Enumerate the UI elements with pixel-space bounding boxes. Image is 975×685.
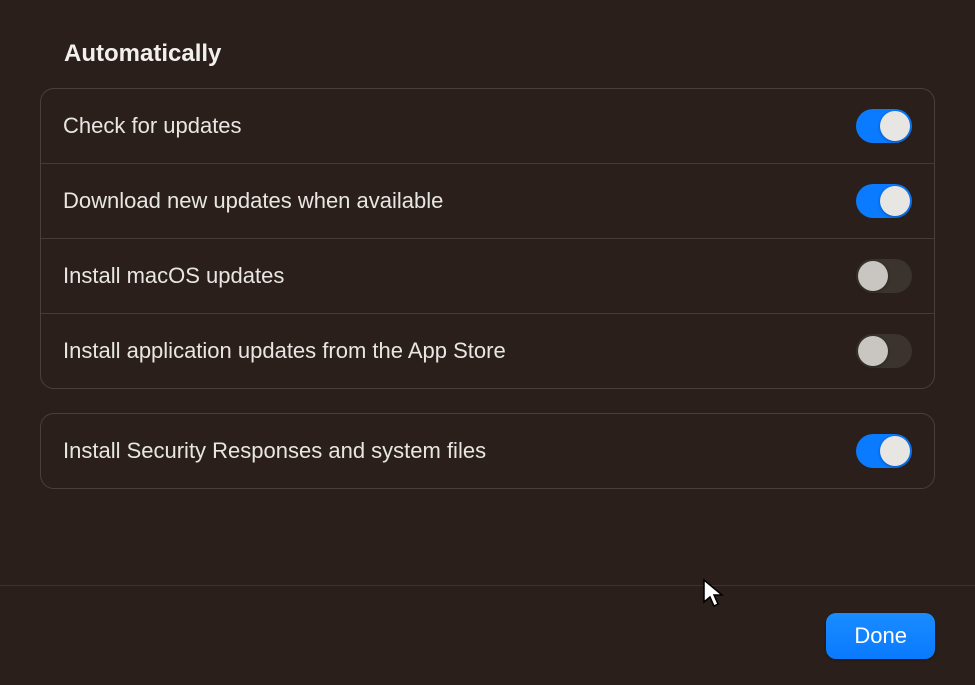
settings-group-2: Install Security Responses and system fi…	[40, 413, 935, 489]
toggle-knob	[880, 436, 910, 466]
row-check-for-updates: Check for updates	[41, 89, 934, 163]
label-download-new-updates: Download new updates when available	[63, 188, 856, 214]
row-install-app-store-updates: Install application updates from the App…	[41, 313, 934, 388]
row-download-new-updates: Download new updates when available	[41, 163, 934, 238]
label-check-for-updates: Check for updates	[63, 113, 856, 139]
toggle-download-new-updates[interactable]	[856, 184, 912, 218]
toggle-knob	[858, 336, 888, 366]
row-install-security-responses: Install Security Responses and system fi…	[41, 414, 934, 488]
label-install-macos-updates: Install macOS updates	[63, 263, 856, 289]
toggle-install-macos-updates[interactable]	[856, 259, 912, 293]
toggle-knob	[858, 261, 888, 291]
settings-group-1: Check for updates Download new updates w…	[40, 88, 935, 389]
toggle-knob	[880, 111, 910, 141]
row-install-macos-updates: Install macOS updates	[41, 238, 934, 313]
label-install-app-store-updates: Install application updates from the App…	[63, 338, 856, 364]
toggle-install-app-store-updates[interactable]	[856, 334, 912, 368]
settings-panel: Automatically Check for updates Download…	[0, 0, 975, 489]
dialog-footer: Done	[0, 585, 975, 685]
section-heading-automatically: Automatically	[64, 40, 935, 68]
toggle-knob	[880, 186, 910, 216]
toggle-install-security-responses[interactable]	[856, 434, 912, 468]
label-install-security-responses: Install Security Responses and system fi…	[63, 438, 856, 464]
done-button[interactable]: Done	[826, 613, 935, 659]
toggle-check-for-updates[interactable]	[856, 109, 912, 143]
